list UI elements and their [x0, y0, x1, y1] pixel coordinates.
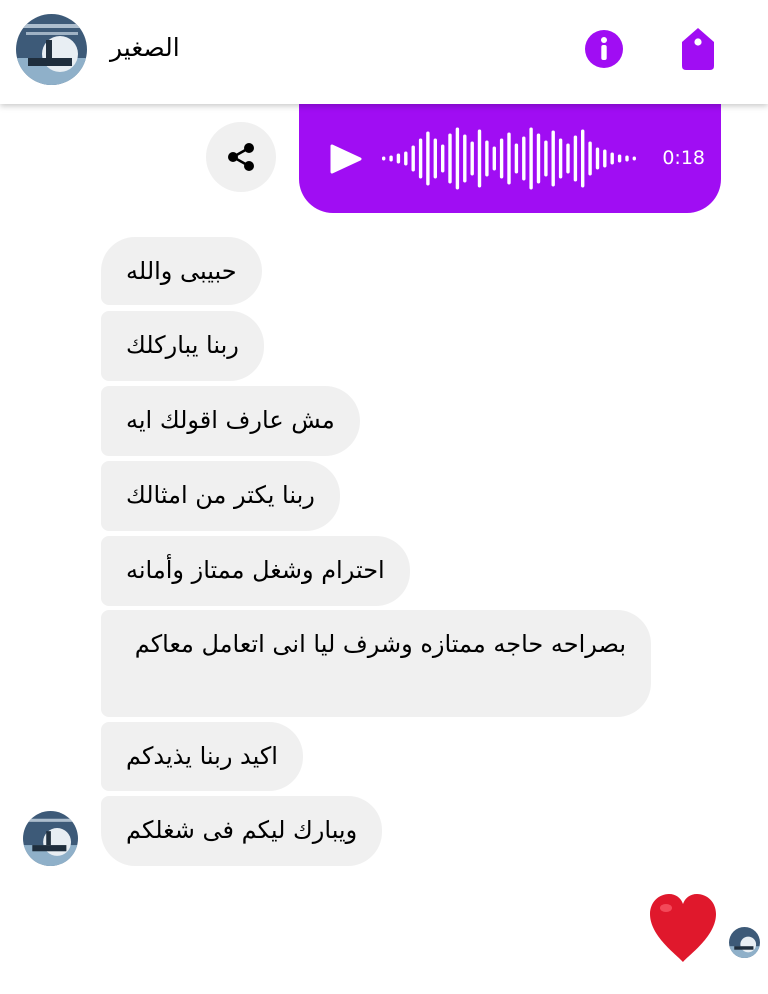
tag-icon — [682, 28, 714, 70]
share-button[interactable] — [206, 122, 276, 192]
audio-waveform[interactable] — [381, 104, 639, 213]
waveform-bar — [610, 152, 614, 165]
contact-avatar[interactable] — [16, 14, 87, 85]
waveform-bar — [411, 145, 415, 172]
contact-name[interactable]: الصغير — [110, 30, 180, 66]
waveform-bar — [536, 133, 541, 184]
waveform-bar — [581, 129, 585, 188]
waveform-bar — [551, 130, 555, 187]
message-bubble[interactable]: ويبارك ليكم فى شغلكم — [101, 796, 383, 866]
voice-message-bubble[interactable]: 0:18 — [299, 104, 721, 213]
info-icon — [585, 30, 623, 68]
message-bubble[interactable]: ربنا يكتر من امثالك — [101, 461, 340, 531]
waveform-bar — [529, 127, 533, 190]
waveform-bar — [455, 127, 460, 190]
waveform-bar — [625, 155, 629, 162]
waveform-bar — [588, 141, 592, 176]
tag-button[interactable] — [678, 26, 718, 72]
message-bubble[interactable]: مش عارف اقولك ايه — [101, 386, 360, 456]
waveform-bar — [544, 140, 548, 177]
voice-duration: 0:18 — [662, 147, 705, 169]
waveform-bar — [522, 136, 526, 181]
waveform-bar — [492, 146, 496, 171]
waveform-bar — [396, 153, 401, 164]
waveform-bar — [632, 156, 636, 161]
waveform-bar — [514, 143, 519, 174]
heart-reaction[interactable] — [646, 890, 720, 966]
waveform-bar — [477, 129, 482, 188]
message-bubble[interactable]: اكيد ربنا يذيدكم — [101, 722, 303, 791]
sender-avatar[interactable] — [23, 811, 78, 866]
waveform-bar — [566, 143, 570, 174]
waveform-bar — [499, 138, 504, 179]
waveform-bar — [573, 135, 578, 182]
waveform-bar — [382, 156, 386, 161]
waveform-bar — [603, 149, 607, 168]
info-button[interactable] — [584, 29, 624, 69]
waveform-bar — [470, 141, 474, 176]
heart-icon — [650, 894, 716, 962]
waveform-bar — [595, 147, 600, 170]
waveform-bar — [441, 144, 445, 173]
message-bubble[interactable]: احترام وشغل ممتاز وأمانه — [101, 536, 410, 606]
message-bubble[interactable]: ربنا يباركلك — [101, 311, 264, 381]
chat-header: الصغير — [0, 0, 768, 104]
waveform-bar — [433, 138, 437, 179]
waveform-bar — [404, 151, 408, 166]
waveform-bar — [617, 154, 622, 163]
waveform-bar — [558, 138, 563, 179]
seen-avatar — [729, 927, 760, 958]
waveform-bar — [463, 134, 467, 183]
share-icon — [228, 143, 254, 171]
message-bubble[interactable]: حبيبى والله — [101, 237, 262, 305]
waveform-bar — [418, 138, 423, 179]
play-icon[interactable] — [329, 144, 363, 174]
message-bubble[interactable]: بصراحه حاجه ممتازه وشرف ليا انى اتعامل م… — [101, 610, 651, 717]
waveform-bar — [485, 140, 489, 177]
waveform-bar — [389, 155, 393, 162]
waveform-bar — [507, 132, 511, 185]
waveform-bar — [426, 131, 430, 186]
waveform-bar — [448, 133, 452, 184]
